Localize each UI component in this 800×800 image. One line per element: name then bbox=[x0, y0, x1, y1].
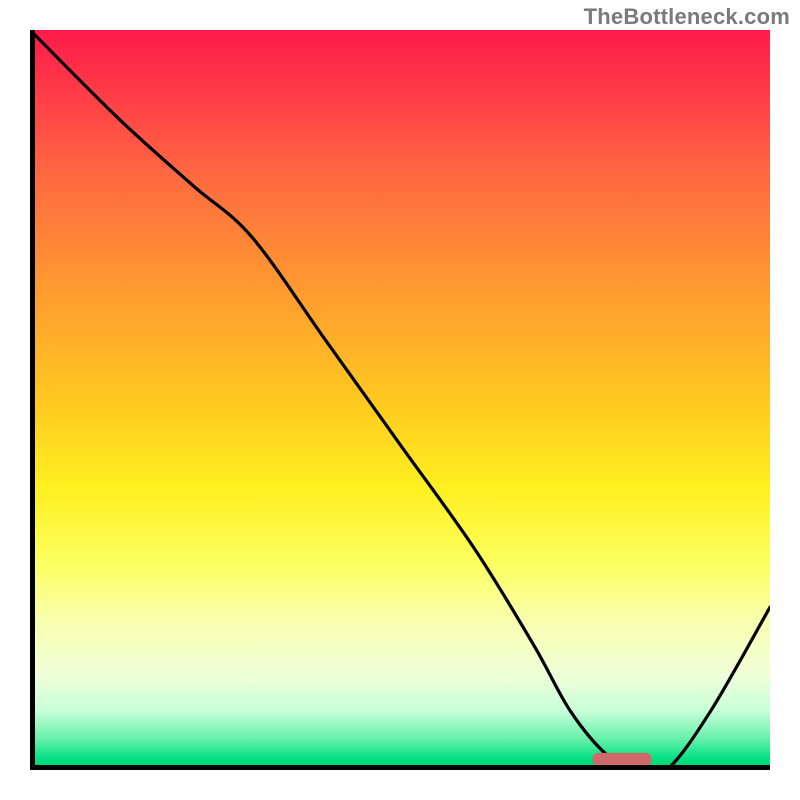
watermark-label: TheBottleneck.com bbox=[584, 4, 790, 30]
chart-container: TheBottleneck.com bbox=[0, 0, 800, 800]
optimal-marker bbox=[592, 753, 651, 766]
marker-layer bbox=[30, 30, 770, 770]
plot-area bbox=[30, 30, 770, 770]
